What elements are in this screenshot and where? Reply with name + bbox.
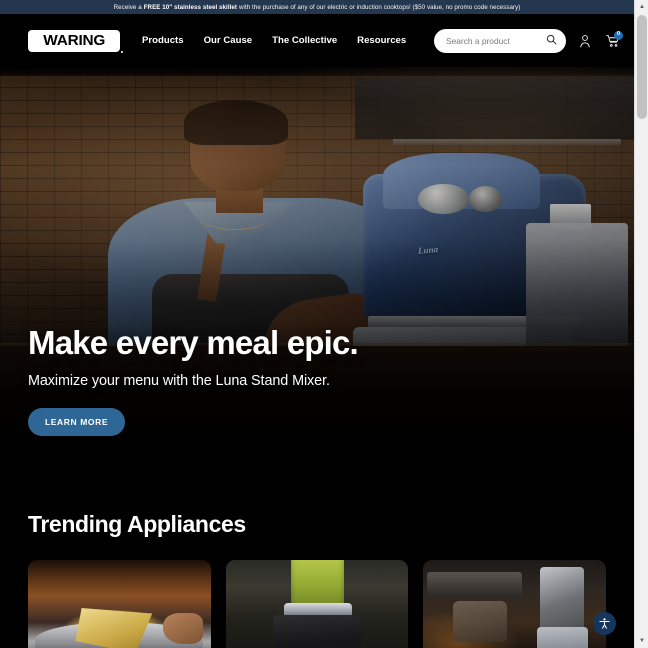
scrollbar-down-arrow[interactable]: ▼ <box>635 634 648 648</box>
trending-appliances-section: Trending Appliances <box>0 478 634 648</box>
page-viewport: Receive a FREE 10" stainless steel skill… <box>0 0 634 648</box>
counter-pot <box>452 600 508 642</box>
cart-button[interactable]: 0 <box>604 30 623 50</box>
trending-card-griddle[interactable] <box>28 560 211 648</box>
trending-cards <box>0 560 634 648</box>
hero-subtitle: Maximize your menu with the Luna Stand M… <box>28 373 330 389</box>
nav-item-the-collective[interactable]: The Collective <box>272 35 337 46</box>
browser-page: Receive a FREE 10" stainless steel skill… <box>0 0 648 648</box>
trending-card-blender-smoothie[interactable] <box>225 560 409 648</box>
page-scrollbar[interactable]: ▲ ▼ <box>634 0 648 648</box>
search-icon[interactable] <box>546 32 557 50</box>
site-header: WARING Products Our Cause The Collective… <box>0 14 634 67</box>
search-input[interactable] <box>446 35 546 46</box>
scrollbar-up-arrow[interactable]: ▲ <box>635 0 648 14</box>
logo-text: WARING <box>43 32 105 49</box>
trending-card-bar-blender[interactable] <box>423 560 607 648</box>
account-button[interactable] <box>577 32 593 50</box>
cart-count-badge: 0 <box>614 30 623 40</box>
announcement-bar[interactable]: Receive a FREE 10" stainless steel skill… <box>0 0 634 14</box>
nav-item-products[interactable]: Products <box>142 35 184 46</box>
blender-base <box>273 615 361 648</box>
announcement-highlight: FREE 10" stainless steel skillet <box>143 3 238 11</box>
announcement-suffix: with the purchase of any of our electric… <box>239 3 521 11</box>
hero-title: Make every meal epic. <box>28 324 359 362</box>
chef-hand <box>163 612 204 644</box>
nav-item-resources[interactable]: Resources <box>357 35 406 46</box>
section-title: Trending Appliances <box>28 511 246 537</box>
hero-banner: Luna Make every meal epic. Maximize your… <box>0 67 634 478</box>
main-navigation: Products Our Cause The Collective Resour… <box>142 35 406 46</box>
nav-item-our-cause[interactable]: Our Cause <box>204 35 253 46</box>
header-actions: 0 <box>434 28 623 53</box>
learn-more-button[interactable]: LEARN MORE <box>28 408 126 436</box>
bar-blender-base <box>536 627 588 648</box>
accessibility-person-icon <box>599 618 610 629</box>
oven-shelf <box>426 572 522 599</box>
accessibility-widget-button[interactable] <box>593 612 616 635</box>
logo-registered-dot <box>121 50 123 53</box>
scrollbar-thumb[interactable] <box>637 15 647 119</box>
waring-logo[interactable]: WARING <box>28 29 123 53</box>
search-box[interactable] <box>434 28 566 53</box>
announcement-prefix: Receive a <box>113 3 142 11</box>
hero-content: Make every meal epic. Maximize your menu… <box>28 324 359 436</box>
bar-blender-jar <box>540 567 585 630</box>
